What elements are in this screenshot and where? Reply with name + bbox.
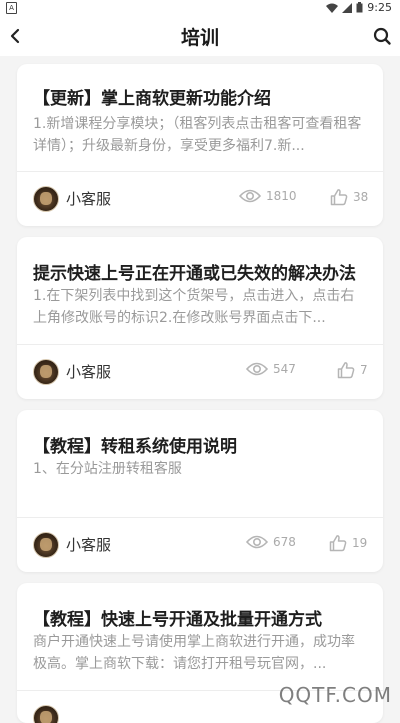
- view-count: 547: [246, 361, 296, 377]
- thumbs-up-icon: [330, 189, 348, 206]
- article-footer: 小客服 547 7: [17, 345, 383, 397]
- article-footer: 小客服 1810 38: [17, 172, 383, 224]
- article-title: 【教程】快速上号开通及批量开通方式: [33, 610, 322, 630]
- eye-icon: [246, 535, 268, 549]
- page-title: 培训: [180, 27, 219, 49]
- search-icon: [373, 27, 391, 45]
- battery-icon: [356, 2, 363, 13]
- author-name: 小客服: [66, 363, 112, 381]
- thumbs-up-icon: [329, 535, 347, 552]
- like-button[interactable]: 7: [337, 361, 368, 379]
- avatar: [33, 705, 59, 723]
- eye-icon: [246, 362, 268, 376]
- status-icons: 9:25: [326, 1, 392, 14]
- watermark: QQTF.COM: [278, 683, 392, 707]
- avatar: [33, 532, 59, 558]
- article-summary: 1、在分站注册转租客服: [33, 461, 182, 477]
- thumbs-up-icon: [337, 362, 355, 379]
- status-bar: A 9:25: [0, 0, 400, 16]
- clock: 9:25: [367, 1, 392, 14]
- article-card[interactable]: 【更新】掌上商软更新功能介绍 1.新增课程分享模块；（租客列表点击租客可查看租客…: [17, 64, 383, 226]
- notification-icon: A: [6, 2, 17, 14]
- avatar: [33, 186, 59, 212]
- like-count-value: 38: [353, 190, 369, 204]
- article-title: 【教程】转租系统使用说明: [33, 437, 237, 457]
- view-count: 1810: [239, 188, 297, 204]
- article-card[interactable]: 提示快速上号正在开通或已失效的解决办法 1.在下架列表中找到这个货架号，点击进入…: [17, 237, 383, 399]
- view-count-value: 1810: [266, 189, 297, 203]
- article-summary: 1.新增课程分享模块；（租客列表点击租客可查看租客详情）；升级最新身份，享受更多…: [33, 116, 362, 154]
- article-summary: 1.在下架列表中找到这个货架号，点击进入，点击右上角修改账号的标识2.在修改账号…: [33, 288, 355, 326]
- like-button[interactable]: 38: [330, 188, 368, 206]
- article-summary: 商户开通快速上号请使用掌上商软进行开通，成功率极高。掌上商软下载：请您打开租号玩…: [33, 634, 355, 672]
- view-count-value: 547: [273, 362, 296, 376]
- like-count-value: 7: [360, 363, 368, 377]
- author-name: 小客服: [66, 190, 112, 208]
- avatar: [33, 359, 59, 385]
- back-button[interactable]: [6, 24, 30, 48]
- author-name: 小客服: [66, 536, 112, 554]
- article-card[interactable]: 【教程】转租系统使用说明 1、在分站注册转租客服 小客服 678 19: [17, 410, 383, 572]
- like-button[interactable]: 19: [329, 534, 367, 552]
- like-count-value: 19: [352, 536, 368, 550]
- article-footer: 小客服 678 19: [17, 518, 383, 570]
- chevron-left-icon: [10, 28, 20, 44]
- view-count: 678: [246, 534, 296, 550]
- top-bar: 培训: [0, 16, 400, 56]
- signal-icon: [342, 2, 353, 13]
- article-title: 提示快速上号正在开通或已失效的解决办法: [33, 264, 356, 284]
- article-title: 【更新】掌上商软更新功能介绍: [33, 89, 271, 109]
- wifi-icon: [326, 3, 339, 13]
- search-button[interactable]: [370, 24, 394, 48]
- eye-icon: [239, 189, 261, 203]
- view-count-value: 678: [273, 535, 296, 549]
